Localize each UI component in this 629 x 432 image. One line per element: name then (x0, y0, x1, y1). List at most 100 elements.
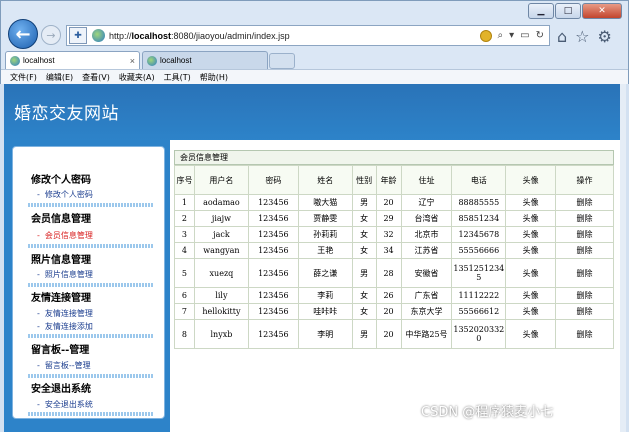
row-index: 7 (174, 303, 195, 320)
sidebar-item-change-password[interactable]: - 修改个人密码 (37, 189, 93, 200)
gender-cell: 男 (351, 258, 377, 288)
tab-localhost[interactable]: localhost (142, 51, 268, 69)
delete-link[interactable]: 删除 (555, 258, 614, 288)
back-button[interactable]: ← (8, 19, 38, 49)
row-index: 5 (174, 258, 195, 288)
site-header: 婚恋交友网站 (4, 84, 623, 140)
gender-cell: 女 (351, 303, 377, 320)
address-bar[interactable]: ✚ http://localhost:8080/jiaoyou/admin/in… (66, 25, 550, 46)
sidebar-group-title: 安全退出系统 (31, 384, 91, 395)
table-row: 2 jiajw 123456 贾静雯女 29 台湾省 85851234 头像 删除 (174, 210, 614, 227)
avatar-link[interactable]: 头像 (505, 303, 557, 320)
avatar-link[interactable]: 头像 (505, 319, 557, 349)
forward-button[interactable]: → (41, 25, 61, 45)
page-icon[interactable]: ▭ (520, 30, 529, 41)
avatar-link[interactable]: 头像 (505, 226, 557, 243)
row-index: 8 (174, 319, 195, 349)
home-icon[interactable]: ⌂ (557, 27, 567, 46)
sidebar-item-logout[interactable]: - 安全退出系统 (37, 399, 93, 410)
sidebar-item-photo-management[interactable]: - 照片信息管理 (37, 269, 93, 280)
sidebar-group-title: 会员信息管理 (31, 214, 91, 225)
delete-link[interactable]: 删除 (555, 303, 614, 320)
tab-close-icon[interactable]: × (130, 56, 135, 66)
delete-link[interactable]: 删除 (555, 194, 614, 211)
age-cell: 34 (375, 242, 402, 259)
compatibility-view-icon[interactable] (479, 29, 492, 42)
delete-link[interactable]: 删除 (555, 287, 614, 304)
age-cell: 28 (375, 258, 402, 288)
divider (28, 412, 153, 416)
minimize-button[interactable]: ▁ (528, 3, 554, 19)
age-cell: 26 (375, 287, 402, 304)
delete-link[interactable]: 删除 (555, 242, 614, 259)
menu-file[interactable]: 文件(F) (10, 72, 37, 83)
url-text[interactable]: http://localhost:8080/jiaoyou/admin/inde… (109, 31, 290, 41)
settings-gear-icon[interactable]: ⚙ (598, 27, 612, 46)
page-scrollbar[interactable] (620, 84, 626, 432)
column-header: 头像 (505, 165, 557, 195)
phone-cell: 11112222 (451, 287, 507, 304)
sidebar-item-member-management[interactable]: - 会员信息管理 (37, 230, 93, 241)
divider (28, 244, 153, 248)
divider (28, 334, 153, 338)
column-header: 操作 (555, 165, 614, 195)
tab-favicon-icon (10, 55, 20, 66)
arrow-right-icon: → (46, 28, 56, 42)
gender-cell: 女 (351, 287, 377, 304)
sidebar-item-link-add[interactable]: - 友情连接添加 (37, 321, 93, 332)
menu-tools[interactable]: 工具(T) (164, 72, 191, 83)
phone-cell: 13520203320 (451, 319, 507, 349)
name-cell: 嗷大猫 (297, 194, 353, 211)
address-cell: 中华路25号 (400, 319, 453, 349)
avatar-link[interactable]: 头像 (505, 287, 557, 304)
dropdown-icon[interactable]: ▾ (509, 30, 514, 41)
table-row: 4 wangyan 123456 王艳女 34 江苏省 55556666 头像 删除 (174, 242, 614, 259)
password-cell: 123456 (247, 258, 299, 288)
sidebar-item-message-board[interactable]: - 留言板--管理 (37, 360, 91, 371)
favorites-star-icon[interactable]: ☆ (575, 27, 589, 46)
new-tab-button[interactable] (269, 53, 295, 69)
divider (28, 203, 153, 207)
sidebar: 修改个人密码 - 修改个人密码 会员信息管理 - 会员信息管理 照片信息管理 - 照片… (12, 146, 165, 419)
refresh-icon[interactable]: ↻ (536, 30, 544, 41)
tab-localhost-active[interactable]: localhost × (5, 51, 140, 69)
menu-view[interactable]: 查看(V) (82, 72, 110, 83)
avatar-link[interactable]: 头像 (505, 242, 557, 259)
search-icon[interactable]: ⌕ (498, 30, 504, 41)
menu-edit[interactable]: 编辑(E) (46, 72, 73, 83)
sidebar-item-link-management[interactable]: - 友情连接管理 (37, 308, 93, 319)
table-row: 1 aodamao 123456 嗷大猫男 20 辽宁 88885555 头像 删除 (174, 194, 614, 211)
column-header: 电话 (451, 165, 507, 195)
delete-link[interactable]: 删除 (555, 319, 614, 349)
password-cell: 123456 (247, 287, 299, 304)
avatar-link[interactable]: 头像 (505, 258, 557, 288)
password-cell: 123456 (247, 303, 299, 320)
password-cell: 123456 (247, 210, 299, 227)
username-cell: xuezq (193, 258, 249, 288)
avatar-link[interactable]: 头像 (505, 194, 557, 211)
username-cell: jiajw (193, 210, 249, 227)
menu-help[interactable]: 帮助(H) (200, 72, 228, 83)
name-cell: 孙莉莉 (297, 226, 353, 243)
phone-cell: 12345678 (451, 226, 507, 243)
username-cell: lily (193, 287, 249, 304)
table-row: 6 lily 123456 李莉女 26 广东省 11112222 头像 删除 (174, 287, 614, 304)
arrow-left-icon: ← (15, 23, 31, 45)
row-index: 1 (174, 194, 195, 211)
delete-link[interactable]: 删除 (555, 210, 614, 227)
divider (28, 283, 153, 287)
security-shield-icon[interactable]: ✚ (69, 27, 87, 44)
tab-label: localhost (160, 56, 192, 65)
address-cell: 广东省 (400, 287, 453, 304)
table-row: 5 xuezq 123456 薛之谦男 28 安徽省 13512512345 头像 删除 (174, 258, 614, 288)
delete-link[interactable]: 删除 (555, 226, 614, 243)
column-header: 姓名 (297, 165, 353, 195)
site-title: 婚恋交友网站 (14, 104, 119, 124)
menu-favorites[interactable]: 收藏夹(A) (119, 72, 155, 83)
username-cell: lnyxb (193, 319, 249, 349)
close-window-button[interactable]: ✕ (582, 3, 622, 19)
menu-bar: 文件(F) 编辑(E) 查看(V) 收藏夹(A) 工具(T) 帮助(H) (1, 69, 628, 85)
maximize-button[interactable]: □ (555, 3, 581, 19)
browser-chrome: ▁ □ ✕ ← → ✚ http://localhost:8080/jiaoyo… (0, 0, 629, 85)
avatar-link[interactable]: 头像 (505, 210, 557, 227)
